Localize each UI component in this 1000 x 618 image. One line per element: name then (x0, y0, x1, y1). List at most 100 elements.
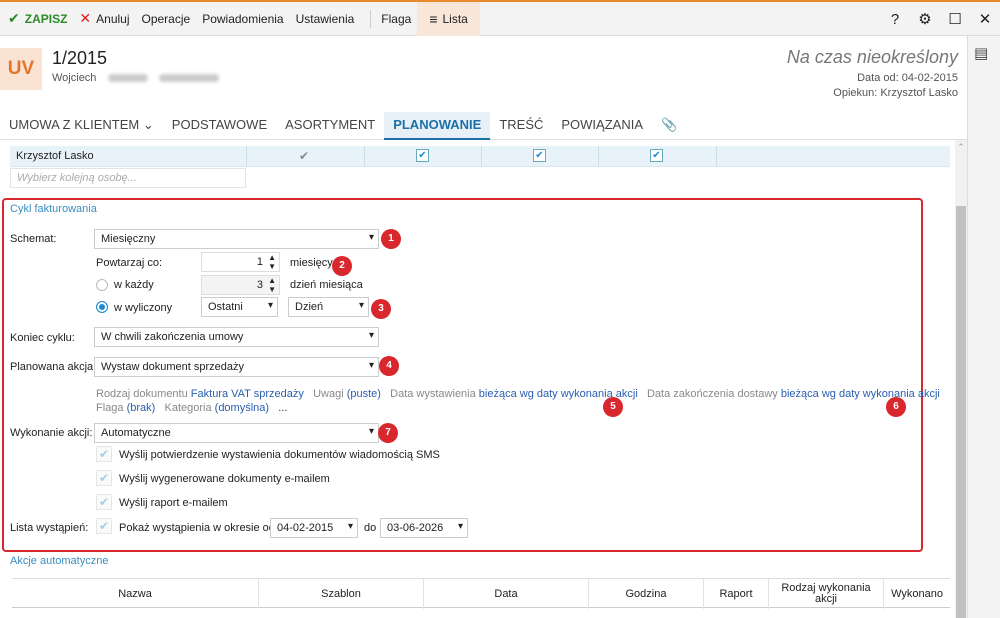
list-label: Lista (442, 11, 468, 26)
chevron-down-icon: ⌄ (142, 117, 154, 132)
annotation-badge-6: 6 (886, 397, 906, 417)
each-value: 3 (256, 279, 263, 291)
cycle-end-select[interactable]: W chwili zakończenia umowy ▾ (94, 327, 379, 347)
planned-action-label: Planowana akcja: (10, 361, 97, 373)
chevron-down-icon: ▾ (368, 426, 374, 437)
email-documents-checkbox[interactable]: ✔ (96, 470, 112, 486)
tab-asortyment[interactable]: ASORTYMENT (276, 112, 384, 140)
flag-field-link[interactable]: (brak) (127, 402, 156, 414)
right-rail: ▤ (967, 36, 1000, 618)
auto-actions-table-header: Nazwa Szablon Data Godzina Raport Rodzaj… (12, 578, 950, 609)
show-occurrences-label: Pokaż wystąpienia w okresie od (119, 522, 275, 534)
list-button[interactable]: ≡ Lista (417, 1, 480, 36)
spinner-arrows-icon[interactable]: ▲ ▼ (268, 276, 276, 294)
to-label: do (364, 522, 377, 534)
doc-type-link[interactable]: Faktura VAT sprzedaży (191, 388, 304, 400)
annotation-badge-4: 4 (379, 356, 399, 376)
spinner-arrows-icon[interactable]: ▲ ▼ (268, 253, 276, 271)
category-link[interactable]: (domyślna) (215, 402, 269, 414)
column-header-execution-type[interactable]: Rodzaj wykonania akcji (769, 579, 884, 609)
tab-tresc[interactable]: TREŚĆ (490, 112, 552, 140)
scroll-thumb[interactable] (956, 206, 966, 618)
delivery-end-label: Data zakończenia dostawy (646, 388, 778, 400)
permission-checkbox[interactable]: ✔ (650, 149, 663, 162)
table-row[interactable]: Krzysztof Lasko ✔ ✔ ✔ ✔ (10, 146, 950, 167)
operations-menu[interactable]: Operacje (136, 2, 197, 36)
save-button[interactable]: ✔ ZAPISZ (2, 2, 73, 36)
radio-each[interactable] (96, 279, 108, 291)
client-name: Wojciech (52, 72, 219, 84)
maximize-icon[interactable]: ☐ (940, 10, 970, 28)
tab-umowa-z-klientem[interactable]: UMOWA Z KLIENTEM ⌄ (0, 112, 163, 140)
date-from-value: 04-02-2015 (277, 522, 334, 534)
more-options-link[interactable]: ... (278, 402, 287, 414)
tab-podstawowe[interactable]: PODSTAWOWE (163, 112, 276, 140)
gear-icon[interactable]: ⚙ (910, 10, 940, 28)
computed-ordinal-select[interactable]: Ostatni ▾ (201, 297, 278, 317)
email-report-checkbox[interactable]: ✔ (96, 494, 112, 510)
column-header-name[interactable]: Nazwa (12, 579, 259, 609)
action-details-line-1: Rodzaj dokumentu Faktura VAT sprzedaży U… (96, 388, 940, 400)
scrollbar[interactable]: ⌃ (955, 140, 967, 618)
flag-field-label: Flaga (96, 402, 124, 414)
sms-confirmation-label: Wyślij potwierdzenie wystawienia dokumen… (119, 449, 440, 461)
window-controls: ? ⚙ ☐ ✕ (880, 2, 1000, 36)
tab-powiazania[interactable]: POWIĄZANIA (552, 112, 652, 140)
chevron-down-icon: ▾ (267, 300, 273, 311)
planned-action-select[interactable]: Wystaw dokument sprzedaży ▾ (94, 357, 379, 377)
client-first-name: Wojciech (52, 72, 97, 84)
document-number: 1/2015 (52, 48, 108, 68)
repeat-interval-stepper[interactable]: 1 ▲ ▼ (201, 252, 280, 272)
column-header-report[interactable]: Raport (704, 579, 769, 609)
flag-button[interactable]: Flaga (375, 2, 417, 36)
notes-link[interactable]: (puste) (347, 388, 381, 400)
radio-computed[interactable] (96, 301, 108, 313)
column-header-template[interactable]: Szablon (259, 579, 424, 609)
annotation-badge-7: 7 (378, 423, 398, 443)
notifications-menu[interactable]: Powiadomienia (196, 2, 289, 36)
schema-select[interactable]: Miesięczny ▾ (94, 229, 379, 249)
computed-unit-select[interactable]: Dzień ▾ (288, 297, 369, 317)
cycle-end-label: Koniec cyklu: (10, 332, 75, 344)
tab-bar: UMOWA Z KLIENTEM ⌄ PODSTAWOWE ASORTYMENT… (0, 112, 967, 140)
date-from: Data od: 04-02-2015 (857, 72, 958, 84)
schema-label: Schemat: (10, 233, 57, 245)
show-occurrences-checkbox[interactable]: ✔ (96, 518, 112, 534)
date-to-value: 03-06-2026 (387, 522, 444, 534)
paperclip-icon[interactable]: 📎 (652, 112, 686, 140)
schema-value: Miesięczny (101, 233, 156, 245)
cycle-end-value: W chwili zakończenia umowy (101, 331, 244, 343)
notes-label: Uwagi (313, 388, 344, 400)
column-header-done[interactable]: Wykonano (884, 579, 950, 609)
cancel-button[interactable]: ✕ Anuluj (73, 2, 135, 36)
list-icon: ≡ (429, 10, 438, 27)
date-from-select[interactable]: 04-02-2015 ▾ (270, 518, 358, 538)
help-icon[interactable]: ? (880, 11, 910, 28)
permission-checkbox[interactable]: ✔ (533, 149, 546, 162)
day-of-month-stepper[interactable]: 3 ▲ ▼ (201, 275, 280, 295)
column-header-date[interactable]: Data (424, 579, 589, 609)
action-details-line-2: Flaga (brak) Kategoria (domyślna) ... (96, 402, 287, 414)
chevron-down-icon: ▾ (358, 300, 364, 311)
column-header-time[interactable]: Godzina (589, 579, 704, 609)
issue-date-label: Data wystawienia (390, 388, 476, 400)
person-picker-input[interactable]: Wybierz kolejną osobę... (10, 168, 246, 188)
scroll-up-icon[interactable]: ⌃ (955, 142, 967, 153)
delivery-end-link[interactable]: bieżąca wg daty wykonania akcji (781, 388, 940, 400)
execution-select[interactable]: Automatyczne ▾ (94, 423, 379, 443)
section-title-billing-cycle: Cykl fakturowania (10, 203, 97, 215)
tab-label: UMOWA Z KLIENTEM (9, 117, 140, 132)
client-id-blurred (158, 74, 219, 83)
computed-ordinal-value: Ostatni (208, 301, 243, 313)
settings-menu[interactable]: Ustawienia (290, 2, 361, 36)
comment-icon[interactable]: ▤ (974, 44, 988, 62)
email-documents-label: Wyślij wygenerowane dokumenty e-mailem (119, 473, 330, 485)
chevron-down-icon: ▾ (347, 521, 353, 532)
permission-checkbox[interactable]: ✔ (416, 149, 429, 162)
sms-confirmation-checkbox[interactable]: ✔ (96, 446, 112, 462)
tab-planowanie[interactable]: PLANOWANIE (384, 112, 491, 140)
document-type-badge: UV (0, 48, 42, 90)
date-to-select[interactable]: 03-06-2026 ▾ (380, 518, 468, 538)
planned-action-value: Wystaw dokument sprzedaży (101, 361, 244, 373)
close-window-icon[interactable]: ✕ (970, 10, 1000, 28)
